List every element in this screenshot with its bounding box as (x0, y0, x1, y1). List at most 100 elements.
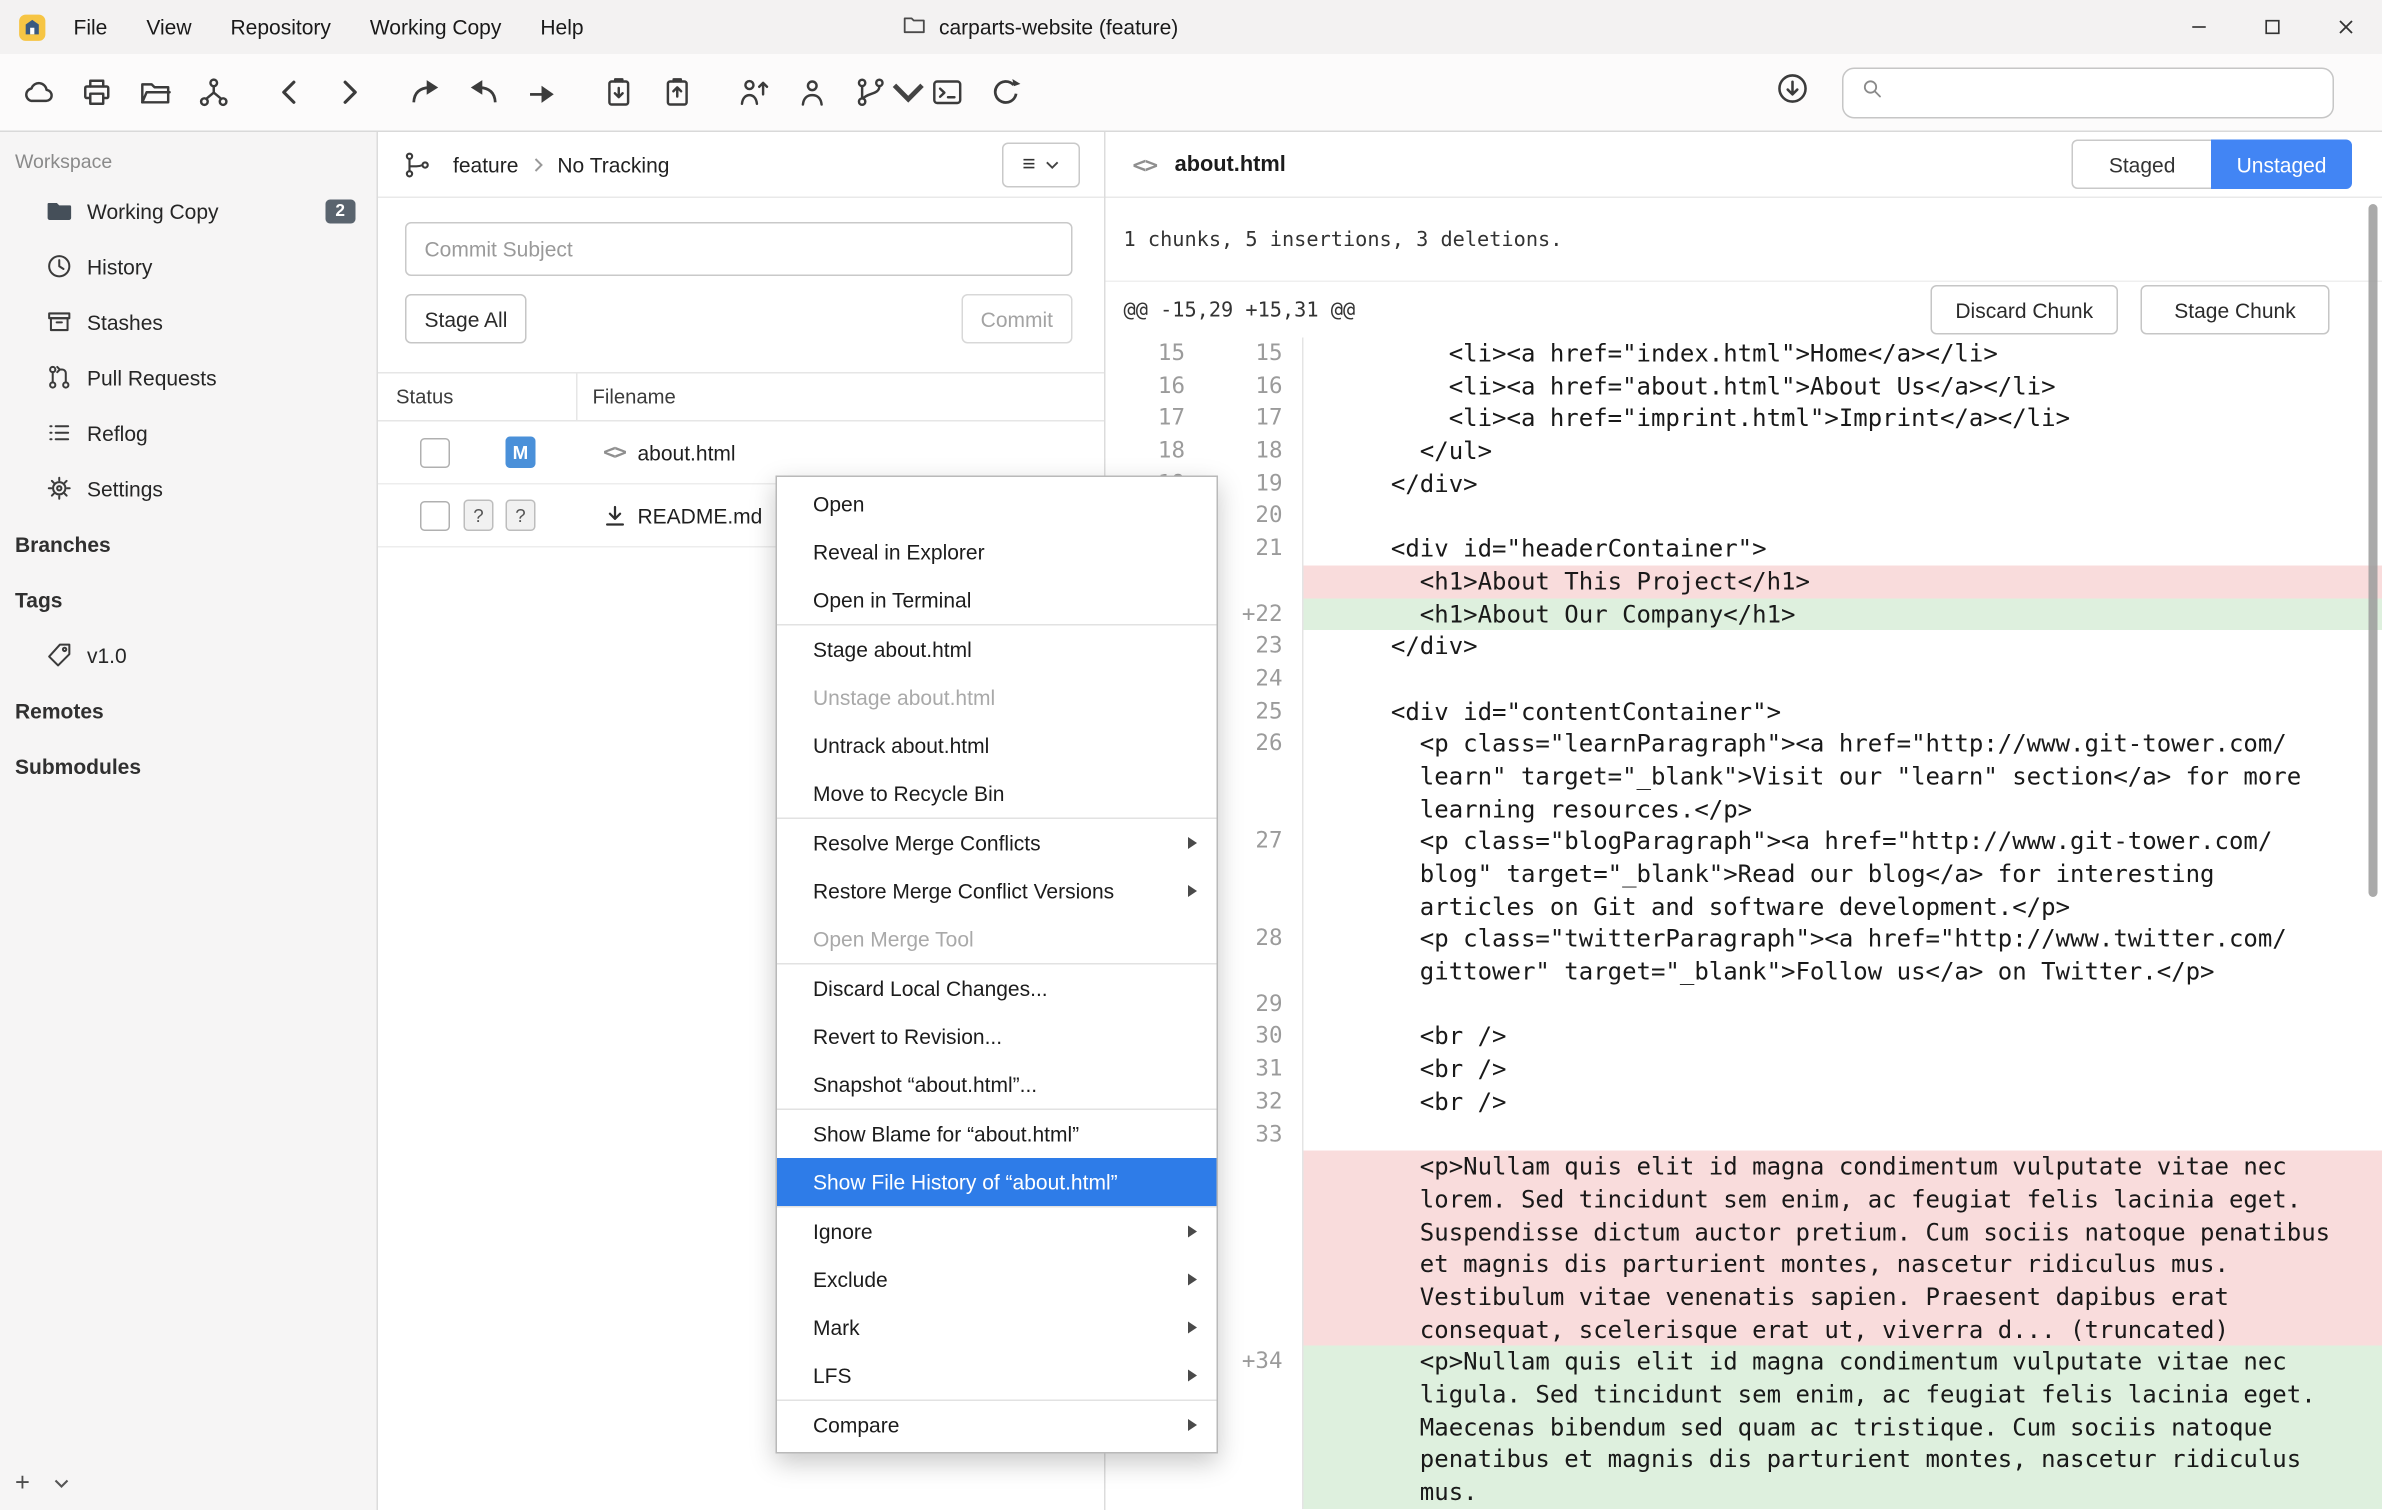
diff-line: articles on Git and software development… (1106, 891, 2382, 924)
toolbar-stash-save-button[interactable] (590, 64, 649, 121)
sidebar-item-stashes[interactable]: Stashes (0, 294, 377, 350)
toolbar-workflow-button[interactable] (860, 64, 919, 121)
toolbar-stash-apply-button[interactable] (648, 64, 707, 121)
context-menu-item-open[interactable]: Open (777, 480, 1217, 528)
submenu-arrow-icon (1188, 1226, 1197, 1238)
context-menu-item-restore-merge-conflict-versions[interactable]: Restore Merge Conflict Versions (777, 867, 1217, 915)
toolbar-push-arrow-button[interactable] (513, 64, 572, 121)
toolbar-back-button[interactable] (261, 64, 320, 121)
commit-subject-input[interactable] (405, 222, 1073, 276)
diff-header: <> about.html Staged Unstaged (1106, 132, 2382, 198)
status-badge-untracked: ? (464, 500, 494, 532)
fetch-download-button[interactable] (1764, 64, 1821, 121)
list-options-button[interactable]: ≡ (1002, 142, 1080, 187)
search-input[interactable] (1896, 68, 2333, 116)
toolbar-pull-arrow-button[interactable] (455, 64, 514, 121)
code-text: consequat, scelerisque erat ut, viverra … (1302, 1313, 2382, 1346)
context-menu-item-move-to-recycle-bin[interactable]: Move to Recycle Bin (777, 770, 1217, 818)
tab-unstaged[interactable]: Unstaged (2211, 140, 2352, 190)
push-arrow-icon (525, 75, 560, 110)
tab-staged[interactable]: Staged (2072, 140, 2212, 190)
discard-chunk-button[interactable]: Discard Chunk (1931, 285, 2119, 335)
menu-item-label: Mark (813, 1316, 860, 1340)
stage-checkbox[interactable] (420, 500, 450, 530)
close-button[interactable] (2309, 0, 2382, 54)
commit-button[interactable]: Commit (961, 294, 1072, 344)
sidebar-section-label: Tags (15, 587, 62, 611)
stage-chunk-button[interactable]: Stage Chunk (2141, 285, 2330, 335)
toolbar-refresh-button[interactable] (977, 64, 1036, 121)
toolbar-person-button[interactable] (783, 64, 842, 121)
sidebar-section-tags[interactable]: Tags (0, 572, 377, 628)
context-menu-item-reveal-in-explorer[interactable]: Reveal in Explorer (777, 528, 1217, 576)
context-menu-item-exclude[interactable]: Exclude (777, 1256, 1217, 1304)
diff-line: 34 <p>Nullam quis elit id magna condimen… (1106, 1151, 2382, 1184)
column-header-status[interactable]: Status (378, 386, 576, 409)
context-menu-item-discard-local-changes[interactable]: Discard Local Changes... (777, 965, 1217, 1013)
sidebar-item-history[interactable]: History (0, 239, 377, 295)
context-menu-item-open-in-terminal[interactable]: Open in Terminal (777, 576, 1217, 624)
menubar-item-file[interactable]: File (54, 0, 127, 54)
context-menu-item-show-blame-for-about-html[interactable]: Show Blame for “about.html” (777, 1110, 1217, 1158)
sidebar-item-working-copy[interactable]: Working Copy2 (0, 183, 377, 239)
line-numbers: 1515 (1106, 338, 1303, 371)
toolbar-publish-arrow-button[interactable] (396, 64, 455, 121)
person-icon (795, 75, 830, 110)
diff-code-area: 1515 <li><a href="index.html">Home</a></… (1106, 338, 2382, 1510)
menu-item-label: Revert to Revision... (813, 1025, 1002, 1049)
stage-checkbox[interactable] (420, 437, 450, 467)
download-icon (1775, 71, 1811, 115)
diff-line: +22 <h1>About Our Company</h1> (1106, 598, 2382, 631)
maximize-button[interactable] (2235, 0, 2309, 54)
sidebar-item-v1-0[interactable]: v1.0 (0, 627, 377, 683)
commit-actions: Stage All Commit (405, 294, 1073, 344)
sidebar-section-branches[interactable]: Branches (0, 516, 377, 572)
toolbar-folder-open-button[interactable] (126, 64, 185, 121)
menubar-item-repository[interactable]: Repository (211, 0, 350, 54)
toolbar-printer-button[interactable] (68, 64, 127, 121)
line-numbers: 1616 (1106, 370, 1303, 403)
submenu-arrow-icon (1188, 885, 1197, 897)
toolbar-terminal-button[interactable] (918, 64, 977, 121)
sidebar-section-submodules[interactable]: Submodules (0, 738, 377, 794)
pull-request-icon (45, 363, 74, 392)
menu-item-label: Reveal in Explorer (813, 540, 985, 564)
sidebar-item-pull-requests[interactable]: Pull Requests (0, 350, 377, 406)
diff-line: lorem. Sed tincidunt sem enim, ac feugia… (1106, 1183, 2382, 1216)
context-menu-item-untrack-about-html[interactable]: Untrack about.html (777, 722, 1217, 770)
toolbar-group (396, 64, 572, 121)
column-header-filename[interactable]: Filename (578, 386, 676, 409)
menu-item-label: Show File History of “about.html” (813, 1170, 1118, 1194)
code-text (1302, 988, 2382, 1021)
chevron-down-icon[interactable] (54, 1478, 69, 1487)
toolbar-forward-button[interactable] (320, 64, 379, 121)
chevron-right-icon (533, 157, 542, 172)
menubar-item-help[interactable]: Help (521, 0, 603, 54)
diff-lines: 1515 <li><a href="index.html">Home</a></… (1106, 338, 2382, 1509)
toolbar-cloud-button[interactable] (9, 64, 68, 121)
toolbar-network-button[interactable] (185, 64, 244, 121)
minimize-button[interactable] (2162, 0, 2236, 54)
context-menu-item-snapshot-about-html[interactable]: Snapshot “about.html”... (777, 1061, 1217, 1109)
sidebar-section-label: Submodules (15, 754, 141, 778)
context-menu-item-compare[interactable]: Compare (777, 1401, 1217, 1449)
context-menu-item-show-file-history-of-about-html[interactable]: Show File History of “about.html” (777, 1158, 1217, 1206)
stage-all-button[interactable]: Stage All (405, 294, 527, 344)
context-menu-item-lfs[interactable]: LFS (777, 1352, 1217, 1400)
add-repository-button[interactable]: + (15, 1470, 30, 1496)
menubar-item-working-copy[interactable]: Working Copy (350, 0, 521, 54)
menubar-item-view[interactable]: View (127, 0, 211, 54)
menu-item-label: Snapshot “about.html”... (813, 1073, 1037, 1097)
context-menu-item-revert-to-revision[interactable]: Revert to Revision... (777, 1013, 1217, 1061)
toolbar-commit-person-button[interactable] (725, 64, 784, 121)
sidebar-section-label: Branches (15, 532, 111, 556)
sidebar-section-remotes[interactable]: Remotes (0, 683, 377, 739)
scrollbar-thumb[interactable] (2369, 204, 2378, 897)
context-menu-item-resolve-merge-conflicts[interactable]: Resolve Merge Conflicts (777, 819, 1217, 867)
sidebar-item-reflog[interactable]: Reflog (0, 405, 377, 461)
folder-icon (902, 12, 928, 42)
context-menu-item-ignore[interactable]: Ignore (777, 1208, 1217, 1256)
context-menu-item-stage-about-html[interactable]: Stage about.html (777, 626, 1217, 674)
sidebar-item-settings[interactable]: Settings (0, 461, 377, 517)
context-menu-item-mark[interactable]: Mark (777, 1304, 1217, 1352)
